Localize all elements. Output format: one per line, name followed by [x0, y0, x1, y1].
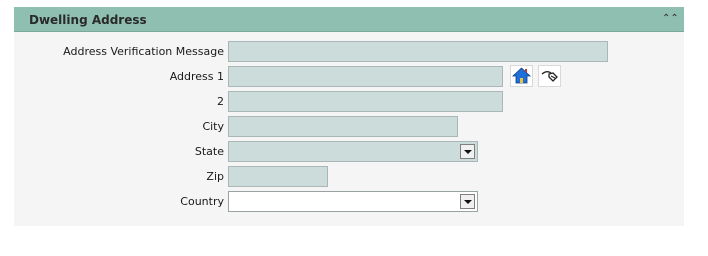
row-city: City	[14, 116, 684, 137]
home-button[interactable]	[510, 65, 533, 87]
city-input[interactable]	[228, 116, 458, 137]
address2-label: 2	[217, 95, 224, 108]
state-select[interactable]	[228, 141, 478, 162]
address-lookup-icon	[541, 71, 558, 82]
row-state: State	[14, 141, 684, 162]
row-address1: Address 1	[14, 65, 684, 87]
state-label: State	[194, 145, 224, 158]
address-verification-field[interactable]	[228, 41, 608, 62]
dwelling-address-panel: Dwelling Address ⌃⌃ Address Verification…	[14, 7, 684, 226]
double-chevron-up-icon[interactable]: ⌃⌃	[662, 12, 679, 26]
panel-header[interactable]: Dwelling Address ⌃⌃	[14, 7, 684, 32]
row-zip: Zip	[14, 166, 684, 187]
row-address2: 2	[14, 91, 684, 112]
chevron-down-icon[interactable]	[460, 194, 475, 209]
chevron-down-icon[interactable]	[460, 144, 475, 159]
zip-input[interactable]	[228, 166, 328, 187]
city-label: City	[202, 120, 224, 133]
address1-input[interactable]	[228, 66, 503, 87]
house-icon	[511, 67, 532, 84]
row-address-verification: Address Verification Message	[14, 41, 684, 62]
address1-label: Address 1	[169, 70, 224, 83]
panel-title: Dwelling Address	[29, 13, 147, 27]
address-verification-label: Address Verification Message	[63, 45, 224, 58]
address-lookup-button[interactable]	[538, 65, 561, 87]
row-country: Country	[14, 191, 684, 212]
country-label: Country	[180, 195, 224, 208]
zip-label: Zip	[206, 170, 224, 183]
address2-input[interactable]	[228, 91, 503, 112]
country-select[interactable]	[228, 191, 478, 212]
